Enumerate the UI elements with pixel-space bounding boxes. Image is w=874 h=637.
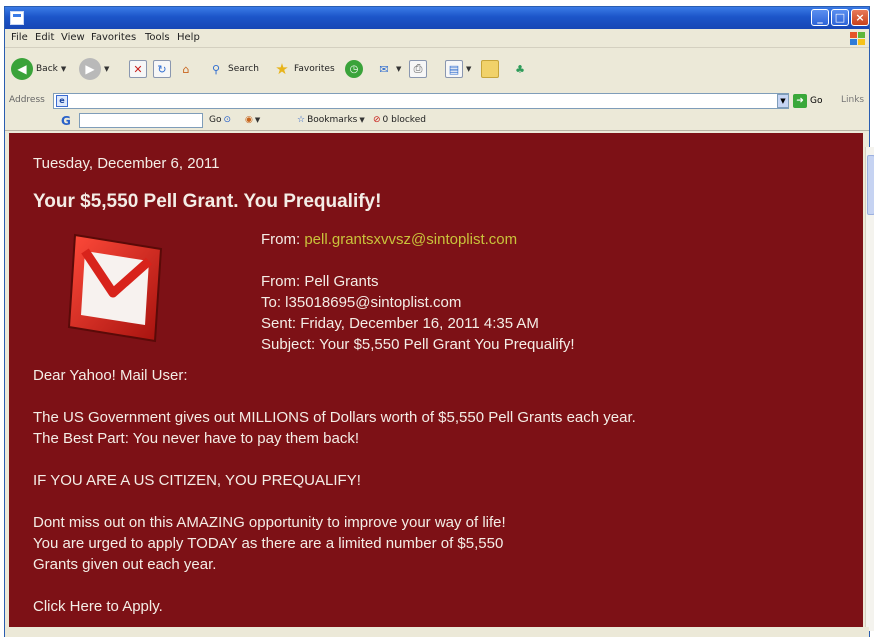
search-icon: ⚲: [211, 62, 221, 76]
close-icon[interactable]: ×: [851, 9, 869, 26]
go-label: Go: [810, 96, 823, 106]
menu-favorites[interactable]: Favorites: [91, 32, 136, 43]
popup-blocker-button[interactable]: ⊘ 0 blocked: [373, 115, 426, 125]
menu-file[interactable]: File: [11, 32, 28, 43]
from-address-line: From: pell.grantsxvvsz@sintoplist.com: [261, 229, 575, 250]
scroll-thumb[interactable]: [867, 155, 874, 215]
address-dropdown[interactable]: ▼: [777, 94, 789, 108]
windows-flag-icon: [848, 30, 866, 46]
browser-window: _ □ × File Edit View Favorites Tools Hel…: [4, 6, 874, 637]
menu-bar: File Edit View Favorites Tools Help: [5, 29, 869, 48]
status-bar: [5, 627, 869, 637]
blocked-label: 0 blocked: [382, 115, 426, 125]
header-from: From: Pell Grants: [261, 273, 379, 290]
menu-tools[interactable]: Tools: [145, 32, 170, 43]
menu-help[interactable]: Help: [177, 32, 200, 43]
forward-button[interactable]: ▶ ▼: [79, 57, 109, 81]
messenger-button[interactable]: ♣: [511, 57, 529, 81]
envelope-icon: [67, 233, 163, 343]
stop-button[interactable]: ✕: [129, 57, 147, 81]
address-label: Address: [9, 95, 45, 105]
paragraph-1-line-2: The Best Part: You never have to pay the…: [33, 430, 360, 447]
chevron-down-icon: ▼: [396, 65, 402, 73]
email-content: Tuesday, December 6, 2011 Your $5,550 Pe…: [9, 133, 863, 631]
home-icon: ⌂: [182, 62, 190, 76]
address-input[interactable]: e: [53, 93, 789, 109]
maximize-icon[interactable]: □: [831, 9, 849, 26]
search-button[interactable]: ⚲ Search: [207, 57, 259, 81]
page-icon: e: [56, 95, 68, 107]
history-icon: ◷: [345, 60, 363, 78]
paragraph-1-line-1: The US Government gives out MILLIONS of …: [33, 409, 636, 426]
messenger-icon: ♣: [515, 62, 525, 76]
back-label: Back: [36, 64, 58, 74]
forward-arrow-icon: ▶: [79, 58, 101, 80]
apply-link[interactable]: Click Here to Apply.: [33, 596, 163, 617]
pagerank-icon: ◉: [245, 115, 253, 125]
bookmarks-star-icon: ☆: [297, 115, 306, 125]
header-sent: Sent: Friday, December 16, 2011 4:35 AM: [261, 315, 539, 332]
standard-toolbar: ◀ Back ▼ ▶ ▼ ✕ ↻ ⌂ ⚲ Search ★ Favorites …: [5, 49, 869, 89]
menu-edit[interactable]: Edit: [35, 32, 54, 43]
bookmarks-button[interactable]: ☆ Bookmarks ▼: [297, 115, 365, 125]
stop-icon: ✕: [129, 60, 147, 78]
chevron-down-icon: ▼: [254, 116, 261, 124]
links-button[interactable]: Links: [841, 95, 864, 105]
paragraph-3-line-2: You are urged to apply TODAY as there ar…: [33, 535, 504, 552]
back-button[interactable]: ◀ Back ▼: [11, 57, 66, 81]
title-bar: _ □ ×: [5, 7, 869, 29]
from-label: From:: [261, 231, 301, 248]
google-go-label: Go: [209, 115, 222, 125]
refresh-icon: ↻: [153, 60, 171, 78]
google-go-arrow-icon: ⊙: [223, 115, 232, 125]
minimize-icon[interactable]: _: [811, 9, 829, 26]
mail-button[interactable]: ✉ ▼: [375, 57, 401, 81]
google-go-button[interactable]: Go ⊙: [209, 115, 231, 125]
header-subject: Subject: Your $5,550 Pell Grant You Preq…: [261, 336, 575, 353]
paragraph-2: IF YOU ARE A US CITIZEN, YOU PREQUALIFY!: [33, 472, 361, 489]
email-header: From: pell.grantsxvvsz@sintoplist.com Fr…: [261, 229, 575, 355]
google-logo[interactable]: G: [61, 114, 71, 128]
email-date: Tuesday, December 6, 2011: [33, 155, 220, 172]
vertical-scrollbar[interactable]: [865, 147, 874, 631]
refresh-button[interactable]: ↻: [153, 57, 171, 81]
favorites-star-icon: ★: [275, 60, 289, 78]
menu-view[interactable]: View: [61, 32, 85, 43]
folder-icon: [481, 60, 499, 78]
popup-blocked-icon: ⊘: [373, 115, 381, 125]
history-button[interactable]: ◷: [345, 57, 363, 81]
bookmarks-label: Bookmarks: [307, 115, 358, 125]
address-bar: Address e ▼ ➜ Go Links: [5, 91, 869, 110]
back-arrow-icon: ◀: [11, 58, 33, 80]
edit-button[interactable]: ▤ ▼: [445, 57, 471, 81]
paragraph-3-line-3: Grants given out each year.: [33, 556, 217, 573]
paragraph-3-line-1: Dont miss out on this AMAZING opportunit…: [33, 514, 506, 531]
edit-icon: ▤: [445, 60, 463, 78]
go-button[interactable]: ➜ Go: [793, 94, 822, 108]
favorites-button[interactable]: ★ Favorites: [273, 57, 335, 81]
from-address-link[interactable]: pell.grantsxvvsz@sintoplist.com: [304, 231, 517, 248]
chevron-down-icon: ▼: [359, 116, 365, 124]
chevron-down-icon: ▼: [104, 65, 110, 73]
chevron-down-icon: ▼: [60, 65, 67, 73]
chevron-down-icon: ▼: [466, 65, 472, 73]
google-toolbar: G Go ⊙ ◉ ▼ ☆ Bookmarks ▼ ⊘ 0 blocked: [5, 111, 869, 131]
print-icon: ⎙: [409, 60, 427, 78]
google-search-input[interactable]: [79, 113, 203, 128]
folder-button[interactable]: [481, 57, 499, 81]
search-label: Search: [228, 64, 259, 74]
header-to: To: l35018695@sintoplist.com: [261, 294, 462, 311]
print-button[interactable]: ⎙: [409, 57, 427, 81]
pagerank-button[interactable]: ◉ ▼: [245, 115, 260, 125]
ie-app-icon[interactable]: [10, 11, 24, 25]
mail-icon: ✉: [379, 62, 389, 76]
email-title: Your $5,550 Pell Grant. You Prequalify!: [33, 191, 382, 212]
greeting: Dear Yahoo! Mail User:: [33, 367, 188, 384]
home-button[interactable]: ⌂: [177, 57, 195, 81]
favorites-label: Favorites: [294, 64, 335, 74]
go-arrow-icon: ➜: [793, 94, 807, 108]
